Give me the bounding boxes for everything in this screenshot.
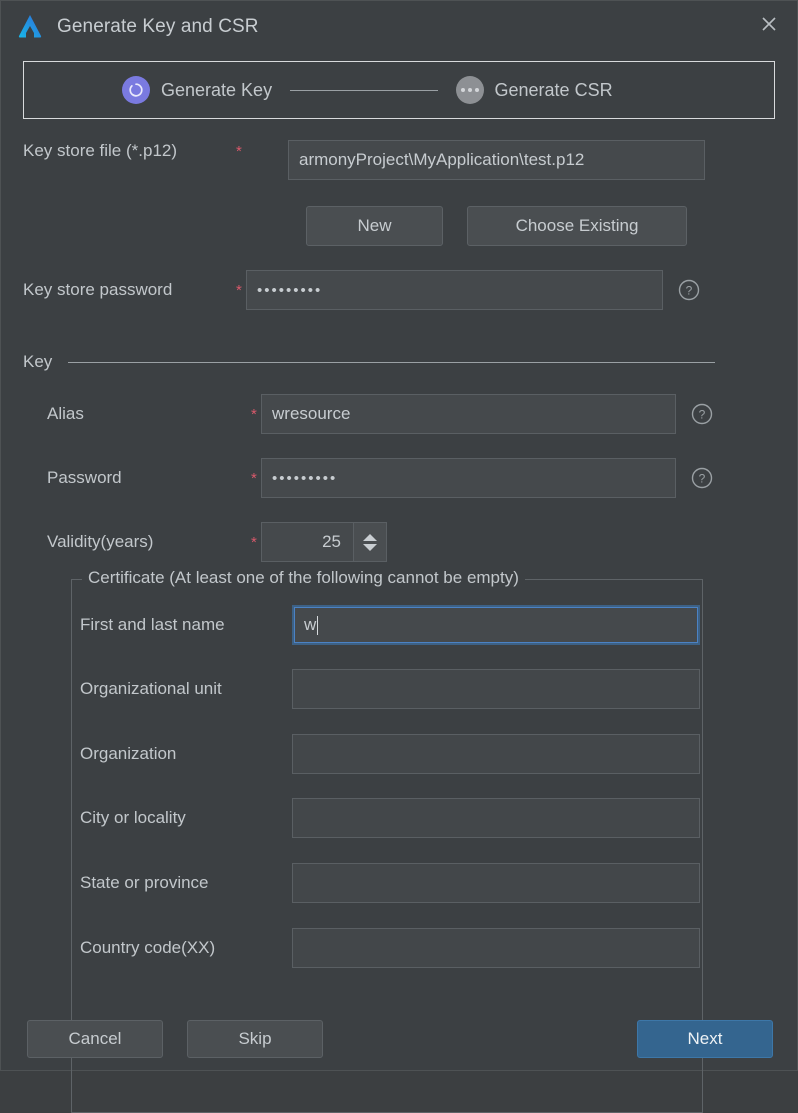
new-button[interactable]: New <box>306 206 443 246</box>
key-password-label: Password <box>47 468 122 487</box>
svg-text:?: ? <box>686 284 693 298</box>
keystore-file-buttons: New Choose Existing <box>306 206 687 246</box>
keystore-password-required: * <box>236 281 242 299</box>
dialog-title: Generate Key and CSR <box>57 16 259 37</box>
choose-existing-button[interactable]: Choose Existing <box>467 206 687 246</box>
key-password-required: * <box>251 469 257 487</box>
key-section-divider <box>68 361 715 363</box>
keystore-file-row: Key store file (*.p12) * armonyProject\M… <box>23 140 777 180</box>
step-generate-key[interactable]: Generate Key <box>122 76 272 104</box>
step-connector <box>290 89 438 91</box>
certificate-row-organization: Organization <box>80 734 700 774</box>
svg-text:?: ? <box>699 472 706 486</box>
organizational-unit-input[interactable] <box>292 669 700 709</box>
key-section-label: Key <box>23 352 53 371</box>
keystore-file-label: Key store file (*.p12) <box>23 141 178 160</box>
state-or-province-label: State or province <box>80 873 209 892</box>
validity-row: Validity(years) * 25 <box>47 522 387 562</box>
alias-input[interactable]: wresource <box>261 394 676 434</box>
step-label-generate-csr: Generate CSR <box>494 79 613 100</box>
dialog-body: Key store file (*.p12) * armonyProject\M… <box>1 119 797 1113</box>
key-password-row: Password * ••••••••• ? <box>47 458 714 498</box>
country-code-label: Country code(XX) <box>80 938 216 957</box>
validity-input[interactable]: 25 <box>261 522 353 562</box>
alias-row: Alias * wresource ? <box>47 394 714 434</box>
next-button[interactable]: Next <box>637 1020 773 1058</box>
keystore-password-row: Key store password * ••••••••• ? <box>23 270 701 310</box>
certificate-row-country-code: Country code(XX) <box>80 928 700 968</box>
keystore-file-input[interactable]: armonyProject\MyApplication\test.p12 <box>288 140 705 180</box>
keystore-file-required: * <box>236 142 242 160</box>
city-or-locality-label: City or locality <box>80 808 186 827</box>
state-or-province-input[interactable] <box>292 863 700 903</box>
certificate-row-first-last-name: First and last name w <box>80 605 700 645</box>
organization-label: Organization <box>80 744 177 763</box>
certificate-group-title: Certificate (At least one of the followi… <box>82 568 525 588</box>
key-ring-icon <box>122 76 150 104</box>
cancel-button[interactable]: Cancel <box>27 1020 163 1058</box>
skip-button[interactable]: Skip <box>187 1020 323 1058</box>
alias-required: * <box>251 405 257 423</box>
organization-input[interactable] <box>292 734 700 774</box>
keystore-password-input[interactable]: ••••••••• <box>246 270 663 310</box>
step-generate-csr[interactable]: Generate CSR <box>455 76 613 104</box>
certificate-row-organizational-unit: Organizational unit <box>80 669 700 709</box>
text-caret <box>317 615 319 635</box>
city-or-locality-input[interactable] <box>292 798 700 838</box>
close-icon[interactable] <box>741 1 797 47</box>
validity-spinner-buttons[interactable] <box>353 522 387 562</box>
ellipsis-icon <box>455 76 484 104</box>
certificate-row-state-or-province: State or province <box>80 863 700 903</box>
organizational-unit-label: Organizational unit <box>80 679 222 698</box>
validity-required: * <box>251 533 257 551</box>
keystore-password-label: Key store password <box>23 280 173 299</box>
validity-label: Validity(years) <box>47 532 154 551</box>
certificate-row-city-or-locality: City or locality <box>80 798 700 838</box>
deveco-studio-logo-icon <box>15 12 45 42</box>
svg-text:?: ? <box>699 408 706 422</box>
dialog-titlebar: Generate Key and CSR <box>1 1 797 53</box>
alias-label: Alias <box>47 404 84 423</box>
key-password-help-icon[interactable]: ? <box>690 466 714 490</box>
chevron-down-icon[interactable] <box>363 543 377 551</box>
step-label-generate-key: Generate Key <box>161 79 273 100</box>
first-last-name-input[interactable]: w <box>292 605 700 645</box>
country-code-input[interactable] <box>292 928 700 968</box>
key-password-input[interactable]: ••••••••• <box>261 458 676 498</box>
keystore-password-help-icon[interactable]: ? <box>677 278 701 302</box>
alias-help-icon[interactable]: ? <box>690 402 714 426</box>
chevron-up-icon[interactable] <box>363 533 377 541</box>
dialog-footer: Cancel Skip Next <box>1 1008 798 1070</box>
validity-stepper[interactable]: 25 <box>261 522 387 562</box>
first-last-name-label: First and last name <box>80 615 225 634</box>
wizard-steps: Generate Key Generate CSR <box>1 53 797 119</box>
first-last-name-value: w <box>304 615 317 634</box>
key-section-header: Key <box>23 352 715 372</box>
generate-key-csr-dialog: Generate Key and CSR Generate Key Genera… <box>0 0 798 1113</box>
